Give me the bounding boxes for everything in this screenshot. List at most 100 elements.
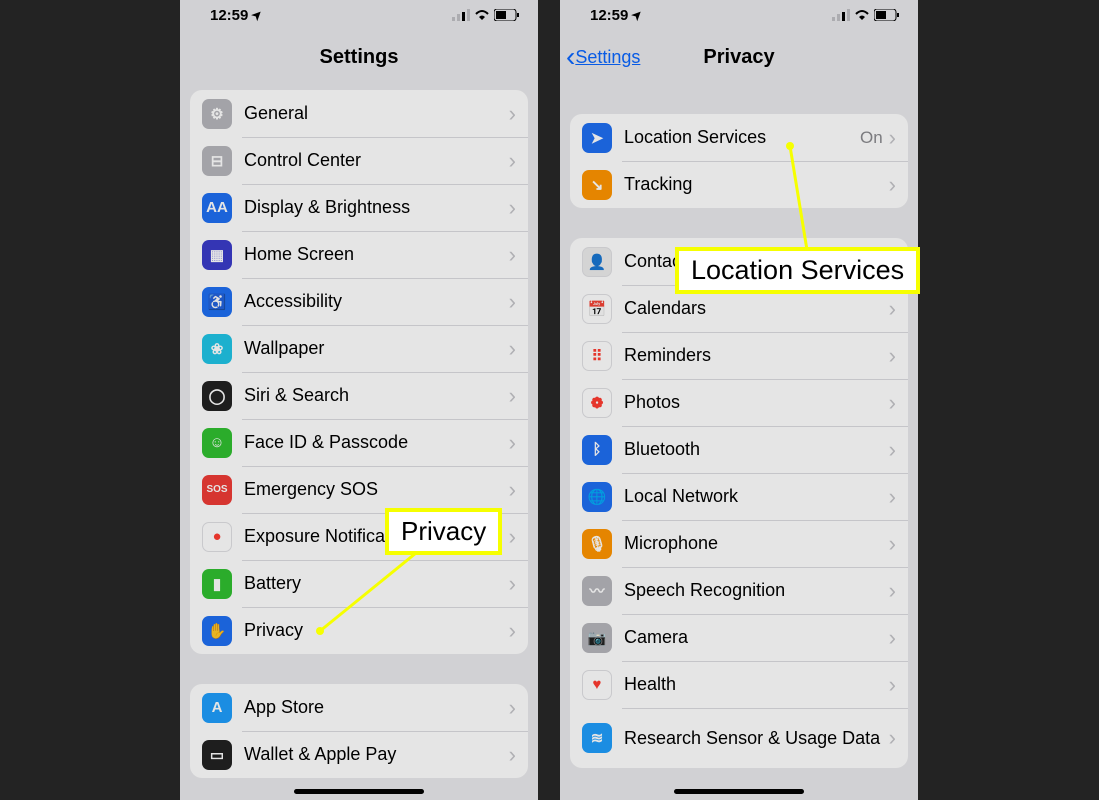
chevron-right-icon: › bbox=[509, 618, 516, 644]
back-button[interactable]: ‹ Settings bbox=[566, 43, 640, 71]
microphone-icon: 🎙 bbox=[582, 529, 612, 559]
row-label: General bbox=[244, 103, 509, 124]
chevron-right-icon: › bbox=[889, 725, 896, 751]
tracking-icon: ↘ bbox=[582, 170, 612, 200]
row-label: Privacy bbox=[244, 620, 509, 641]
chevron-right-icon: › bbox=[889, 531, 896, 557]
row-reminders[interactable]: ⠿Reminders› bbox=[570, 332, 908, 379]
chevron-right-icon: › bbox=[509, 524, 516, 550]
row-label: Wallpaper bbox=[244, 338, 509, 359]
row-label: Bluetooth bbox=[624, 439, 889, 460]
row-label: Camera bbox=[624, 627, 889, 648]
nav-title: Privacy bbox=[703, 46, 774, 69]
row-local-network[interactable]: 🌐Local Network› bbox=[570, 473, 908, 520]
row-label: App Store bbox=[244, 697, 509, 718]
display-brightness-icon: AA bbox=[202, 193, 232, 223]
chevron-right-icon: › bbox=[889, 172, 896, 198]
row-app-store[interactable]: AApp Store› bbox=[190, 684, 528, 731]
chevron-right-icon: › bbox=[889, 625, 896, 651]
chevron-right-icon: › bbox=[509, 430, 516, 456]
row-value: On bbox=[860, 128, 883, 148]
row-siri-search[interactable]: ◯Siri & Search› bbox=[190, 372, 528, 419]
row-label: Siri & Search bbox=[244, 385, 509, 406]
row-face-id[interactable]: ☺Face ID & Passcode› bbox=[190, 419, 528, 466]
chevron-right-icon: › bbox=[889, 125, 896, 151]
chevron-right-icon: › bbox=[889, 390, 896, 416]
health-icon: ♥ bbox=[582, 670, 612, 700]
phone-privacy: 12:59 ➤ ‹ Settings Privacy ➤ Location Ser… bbox=[560, 0, 918, 800]
row-control-center[interactable]: ⊟Control Center› bbox=[190, 137, 528, 184]
chevron-right-icon: › bbox=[889, 672, 896, 698]
wifi-icon bbox=[854, 9, 870, 21]
wallet-apple-pay-icon: ▭ bbox=[202, 740, 232, 770]
chevron-right-icon: › bbox=[889, 296, 896, 322]
row-health[interactable]: ♥Health› bbox=[570, 661, 908, 708]
home-screen-icon: ▦ bbox=[202, 240, 232, 270]
nav-bar: Settings bbox=[180, 30, 538, 84]
chevron-right-icon: › bbox=[889, 249, 896, 275]
row-label: Home Screen bbox=[244, 244, 509, 265]
settings-scroll[interactable]: ⚙General›⊟Control Center›AADisplay & Bri… bbox=[180, 84, 538, 800]
accessibility-icon: ♿ bbox=[202, 287, 232, 317]
chevron-right-icon: › bbox=[509, 336, 516, 362]
chevron-right-icon: › bbox=[509, 477, 516, 503]
location-services-icon: ➤ bbox=[582, 123, 612, 153]
row-label: Accessibility bbox=[244, 291, 509, 312]
row-label: Microphone bbox=[624, 533, 889, 554]
row-camera[interactable]: 📷Camera› bbox=[570, 614, 908, 661]
status-bar: 12:59 ➤ bbox=[560, 0, 918, 30]
row-label: Face ID & Passcode bbox=[244, 432, 509, 453]
row-research-sensor[interactable]: ≋Research Sensor & Usage Data› bbox=[570, 708, 908, 768]
chevron-right-icon: › bbox=[509, 148, 516, 174]
chevron-right-icon: › bbox=[509, 195, 516, 221]
chevron-right-icon: › bbox=[889, 437, 896, 463]
chevron-right-icon: › bbox=[509, 383, 516, 409]
control-center-icon: ⊟ bbox=[202, 146, 232, 176]
row-display-brightness[interactable]: AADisplay & Brightness› bbox=[190, 184, 528, 231]
row-wallet-apple-pay[interactable]: ▭Wallet & Apple Pay› bbox=[190, 731, 528, 778]
row-label: Location Services bbox=[624, 127, 860, 148]
row-label: Photos bbox=[624, 392, 889, 413]
row-privacy[interactable]: ✋Privacy› bbox=[190, 607, 528, 654]
row-emergency-sos[interactable]: SOS Emergency SOS› bbox=[190, 466, 528, 513]
home-indicator[interactable] bbox=[294, 789, 424, 794]
row-wallpaper[interactable]: ❀ Wallpaper› bbox=[190, 325, 528, 372]
battery-icon: ▮ bbox=[202, 569, 232, 599]
reminders-icon: ⠿ bbox=[582, 341, 612, 371]
row-microphone[interactable]: 🎙 Microphone› bbox=[570, 520, 908, 567]
row-accessibility[interactable]: ♿Accessibility› bbox=[190, 278, 528, 325]
status-icons bbox=[452, 9, 520, 21]
research-sensor-icon: ≋ bbox=[582, 723, 612, 753]
chevron-right-icon: › bbox=[509, 242, 516, 268]
emergency-sos-icon: SOS bbox=[202, 475, 232, 505]
wallpaper-icon: ❀ bbox=[202, 334, 232, 364]
status-time: 12:59 bbox=[210, 7, 248, 24]
row-calendars[interactable]: 📅Calendars› bbox=[570, 285, 908, 332]
row-speech-recognition[interactable]: 〰Speech Recognition› bbox=[570, 567, 908, 614]
chevron-right-icon: › bbox=[889, 343, 896, 369]
row-bluetooth[interactable]: ᛒBluetooth› bbox=[570, 426, 908, 473]
row-label: Emergency SOS bbox=[244, 479, 509, 500]
location-arrow-icon: ➤ bbox=[249, 6, 266, 23]
privacy-scroll[interactable]: ➤Location ServicesOn›↘Tracking› 👤Contact… bbox=[560, 84, 918, 800]
wifi-icon bbox=[474, 9, 490, 21]
row-label: Contacts bbox=[624, 251, 889, 272]
location-arrow-icon: ➤ bbox=[629, 6, 646, 23]
row-contacts[interactable]: 👤 Contacts› bbox=[570, 238, 908, 285]
row-photos[interactable]: ❁Photos› bbox=[570, 379, 908, 426]
row-battery[interactable]: ▮Battery› bbox=[190, 560, 528, 607]
contacts-icon: 👤 bbox=[582, 247, 612, 277]
row-home-screen[interactable]: ▦ Home Screen› bbox=[190, 231, 528, 278]
row-tracking[interactable]: ↘Tracking› bbox=[570, 161, 908, 208]
chevron-right-icon: › bbox=[509, 571, 516, 597]
row-location-services[interactable]: ➤ Location ServicesOn › bbox=[570, 114, 908, 161]
row-exposure-notifications[interactable]: ●Exposure Notifications› bbox=[190, 513, 528, 560]
home-indicator[interactable] bbox=[674, 789, 804, 794]
row-general[interactable]: ⚙General› bbox=[190, 90, 528, 137]
settings-group-main: ⚙General›⊟Control Center›AADisplay & Bri… bbox=[190, 90, 528, 654]
status-time: 12:59 bbox=[590, 7, 628, 24]
local-network-icon: 🌐 bbox=[582, 482, 612, 512]
status-bar: 12:59 ➤ bbox=[180, 0, 538, 30]
general-icon: ⚙ bbox=[202, 99, 232, 129]
cellular-icon bbox=[832, 9, 850, 21]
